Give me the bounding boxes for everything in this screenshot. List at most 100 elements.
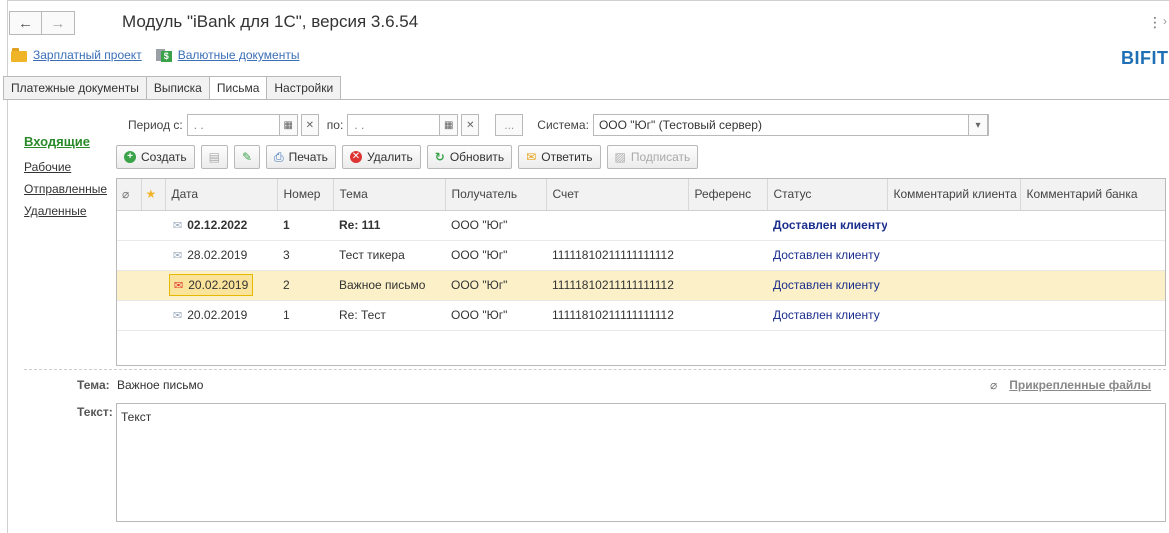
column-account[interactable]: Счет [546,179,689,211]
tab-statement[interactable]: Выписка [146,76,210,100]
table-row[interactable]: ✉ 02.12.2022 1 Re: 111 ООО "Юг" Доставлен… [117,210,1165,241]
print-label: Печать [288,150,328,164]
table-header: ⌀ ★ Дата Номер Тема Получатель Счет Рефе… [117,179,1165,211]
sign-icon: ▨ [614,150,626,164]
row-date: 20.02.2019 [187,308,248,322]
plus-icon: + [124,151,136,163]
row-date: 28.02.2019 [187,248,248,262]
folder-nav: Входящие Рабочие Отправленные Удаленные [24,134,107,226]
envelope-icon: ✉ [526,150,537,164]
attachment-icon[interactable]: ⌀ [117,179,142,211]
table-row[interactable]: ✉ 20.02.2019 1 Re: Тест ООО "Юг" 11111810… [117,300,1165,331]
message-text-field[interactable]: Текст [116,403,1166,522]
envelope-icon: ✉ [173,220,183,232]
row-account: 11111810211111111112 [546,300,688,331]
row-client-comment [887,270,1020,301]
row-number: 3 [277,240,333,271]
row-number: 1 [277,210,333,241]
sign-button[interactable]: ▨ Подписать [606,145,699,169]
row-bank-comment [1020,300,1165,331]
column-subject[interactable]: Тема [333,179,446,211]
tab-letters[interactable]: Письма [209,76,268,100]
back-button[interactable]: ← [9,11,42,35]
more-icon[interactable]: ⋮ [1148,14,1162,31]
folder-sent[interactable]: Отправленные [24,182,107,196]
chevron-right-icon[interactable]: › [1163,14,1167,28]
column-client-comment[interactable]: Комментарий клиента [887,179,1021,211]
folder-working[interactable]: Рабочие [24,160,107,174]
row-status: Доставлен клиенту [767,240,887,271]
text-label: Текст: [77,405,113,419]
clear-icon[interactable]: ✕ [300,114,319,136]
period-from-label: Период с: [128,118,183,132]
calendar-icon[interactable]: ▦ [279,114,298,136]
row-bank-comment [1020,210,1165,241]
calendar-icon[interactable]: ▦ [440,114,459,136]
create-label: Создать [141,150,187,164]
star-icon[interactable]: ★ [141,179,166,211]
column-status[interactable]: Статус [767,179,888,211]
print-button[interactable]: ⎙ Печать [266,145,336,169]
tab-settings[interactable]: Настройки [267,76,342,100]
row-client-comment [887,240,1020,271]
attached-files-link[interactable]: Прикрепленные файлы [1009,378,1151,392]
period-from-input[interactable]: . . [186,114,280,136]
delete-icon: ✕ [349,151,362,163]
tab-payment-documents[interactable]: Платежные документы [3,76,147,100]
row-recipient: ООО "Юг" [445,300,546,331]
column-recipient[interactable]: Получатель [445,179,547,211]
reply-button[interactable]: ✉ Ответить [518,145,601,169]
system-label: Система: [537,118,589,132]
chevron-down-icon[interactable]: ▾ [967,114,988,136]
row-bank-comment [1020,270,1165,301]
column-number[interactable]: Номер [277,179,334,211]
period-select-button[interactable]: ... [495,114,524,136]
row-date: 20.02.2019 [188,278,249,292]
row-reference [688,210,767,241]
table-row-selected[interactable]: ✉ 20.02.2019 2 Важное письмо ООО "Юг" 111… [117,270,1165,301]
row-client-comment [887,300,1020,331]
column-bank-comment[interactable]: Комментарий банка [1020,179,1165,211]
row-bank-comment [1020,240,1165,271]
tab-bar: Платежные документы Выписка Письма Настр… [3,76,342,100]
important-envelope-icon: ✉ [174,280,184,292]
system-select[interactable]: ООО "Юг" (Тестовый сервер) [592,114,989,136]
salary-project-link[interactable]: Зарплатный проект [33,48,142,62]
splitter[interactable] [24,369,1166,370]
table-row[interactable]: ✉ 28.02.2019 3 Тест тикера ООО "Юг" 11111… [117,240,1165,271]
letters-table: ⌀ ★ Дата Номер Тема Получатель Счет Рефе… [116,178,1166,366]
row-client-comment [887,210,1020,241]
row-account [546,210,688,241]
window-title: Модуль "iBank для 1С", версия 3.6.54 [122,12,419,31]
tab-divider [3,99,1169,100]
edit-button[interactable]: ✎ [233,145,261,169]
reply-label: Ответить [541,150,593,164]
row-subject: Важное письмо [333,270,445,301]
period-to-input[interactable]: . . [347,114,441,136]
refresh-icon: ↻ [434,150,445,164]
refresh-label: Обновить [449,150,505,164]
paperclip-icon: ⌀ [990,378,998,392]
clear-icon[interactable]: ✕ [461,114,480,136]
row-reference [688,240,767,271]
folder-deleted[interactable]: Удаленные [24,204,107,218]
column-date[interactable]: Дата [165,179,278,211]
pencil-icon: ✎ [241,150,253,164]
top-links: Зарплатный проект $ Валютные документы [11,48,313,62]
column-reference[interactable]: Референс [688,179,768,211]
history-nav: ← → [9,11,75,35]
folder-inbox[interactable]: Входящие [24,134,107,149]
row-reference [688,300,767,331]
row-date: 02.12.2022 [187,218,248,232]
forward-button[interactable]: → [42,11,75,35]
refresh-button[interactable]: ↻ Обновить [426,145,513,169]
copy-button[interactable]: ▤ [200,145,228,169]
delete-button[interactable]: ✕ Удалить [341,145,421,169]
envelope-icon: ✉ [173,310,183,322]
currency-documents-link[interactable]: Валютные документы [178,48,300,62]
create-button[interactable]: + Создать [116,145,195,169]
filter-bar: Период с: . . ▦ ✕ по: . . ▦ ✕ ... Систем… [128,114,989,136]
row-status: Доставлен клиенту [767,300,887,331]
bifit-logo: BIFIT [1121,48,1169,68]
delete-label: Удалить [366,150,413,164]
